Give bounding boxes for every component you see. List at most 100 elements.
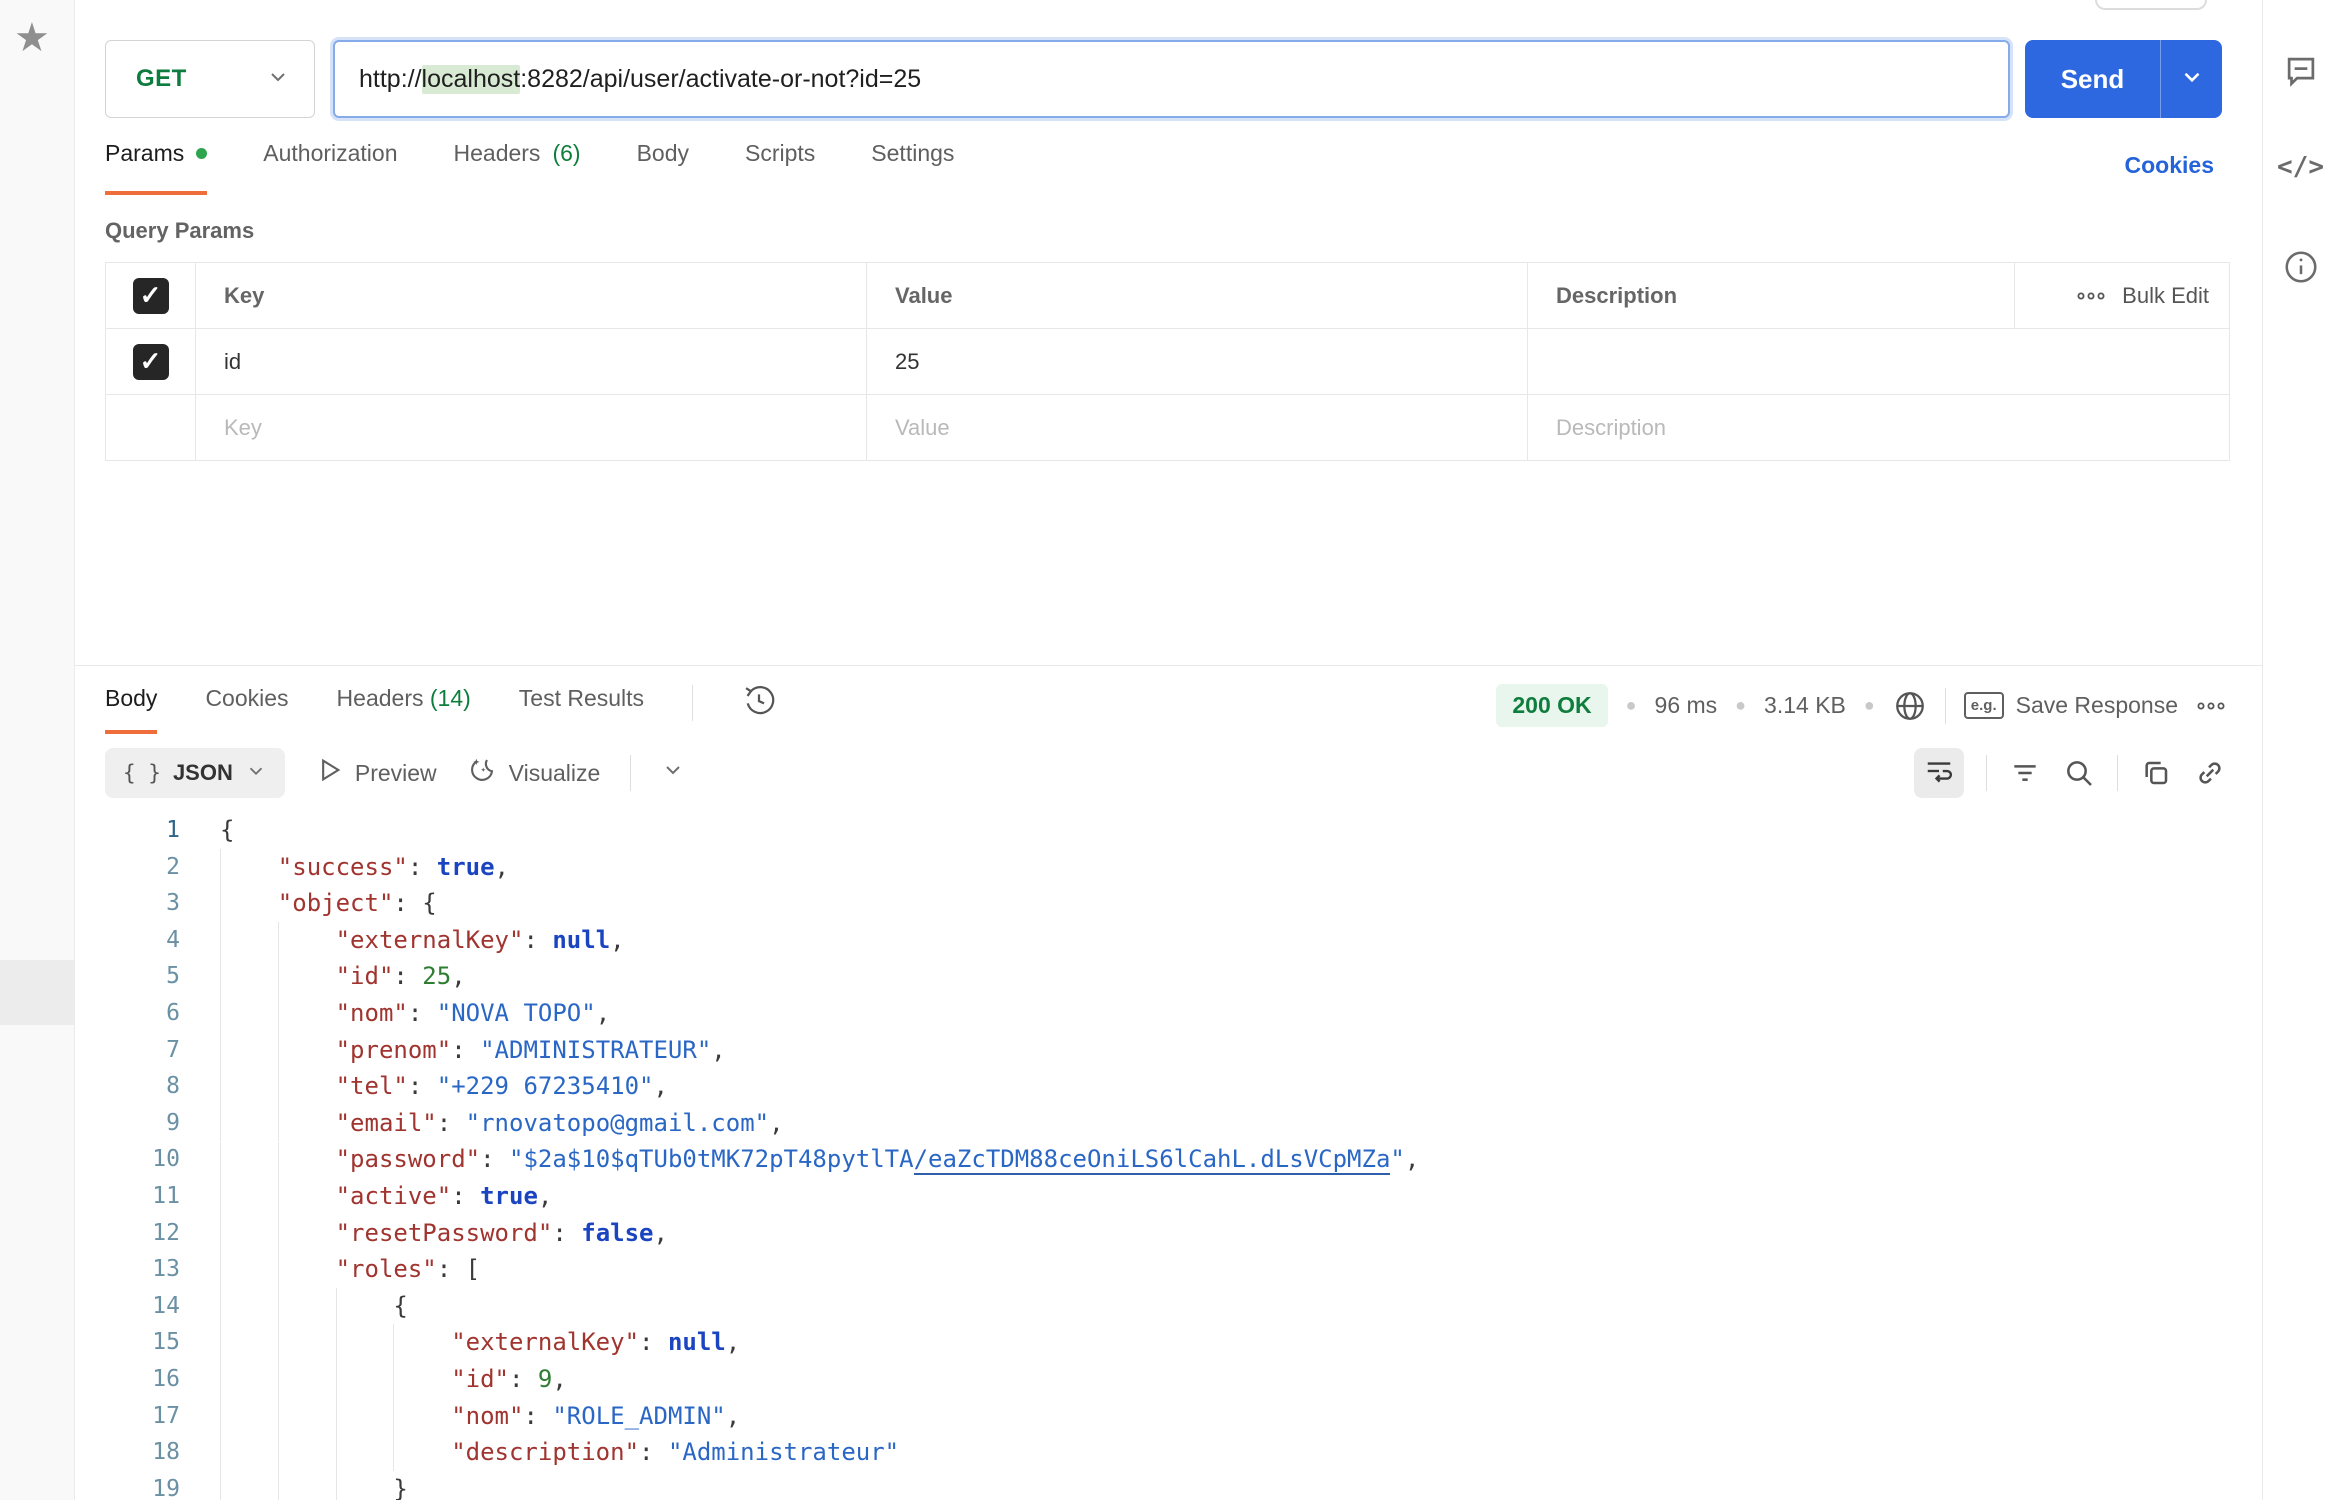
left-rail-scroll-thumb[interactable] — [0, 960, 74, 1025]
visualize-options-button[interactable] — [661, 758, 685, 788]
indent-guide — [220, 1471, 278, 1500]
indent-guide — [278, 1288, 336, 1325]
code-snippet-icon[interactable]: </> — [2277, 152, 2324, 182]
send-label[interactable]: Send — [2025, 40, 2160, 118]
code-segment: , — [654, 1219, 668, 1247]
link-icon[interactable] — [2194, 757, 2226, 789]
code-segment: , — [1405, 1145, 1419, 1173]
tab-body[interactable]: Body — [637, 140, 689, 195]
indent-guide — [220, 1251, 278, 1288]
divider — [1945, 688, 1946, 724]
format-select[interactable]: { } JSON — [105, 748, 285, 798]
param-value-field[interactable]: 25 — [867, 329, 1528, 394]
code-line: 6"nom": "NOVA TOPO", — [75, 995, 2262, 1032]
visualize-button[interactable]: Visualize — [467, 755, 601, 791]
code-segment: , — [769, 1109, 783, 1137]
search-icon[interactable] — [2063, 757, 2095, 789]
comments-icon[interactable] — [2282, 52, 2320, 90]
tab-scripts[interactable]: Scripts — [745, 140, 815, 195]
line-number: 1 — [75, 812, 180, 849]
code-line: 11"active": true, — [75, 1178, 2262, 1215]
dot-separator: ● — [1626, 695, 1637, 716]
select-all-checkbox[interactable]: ✓ — [133, 278, 169, 314]
code-text: "success": true, — [220, 849, 509, 886]
indent-guide — [393, 1361, 451, 1398]
response-size[interactable]: 3.14 KB — [1764, 692, 1846, 719]
code-segment: "id" — [451, 1365, 509, 1393]
code-line: 3"object": { — [75, 885, 2262, 922]
top-partial-button[interactable] — [2095, 0, 2207, 10]
code-line: 18"description": "Administrateur" — [75, 1434, 2262, 1471]
indent-guide — [278, 1361, 336, 1398]
indent-guide — [220, 958, 278, 995]
copy-icon[interactable] — [2140, 757, 2172, 789]
code-segment: true — [437, 853, 495, 881]
word-wrap-toggle[interactable] — [1914, 748, 1964, 798]
tab-label: Body — [637, 140, 689, 167]
response-code[interactable]: 1{2"success": true,3"object": {4"externa… — [75, 812, 2262, 1500]
url-input[interactable]: http://localhost:8282/api/user/activate-… — [333, 40, 2010, 118]
code-line: 4"externalKey": null, — [75, 922, 2262, 959]
preview-button[interactable]: Preview — [315, 756, 437, 790]
code-line: 9"email": "rnovatopo@gmail.com", — [75, 1105, 2262, 1142]
method-select[interactable]: GET — [105, 40, 315, 118]
query-params-title: Query Params — [105, 218, 254, 244]
param-key-field[interactable]: Key — [196, 395, 867, 460]
code-segment: : — [523, 1402, 552, 1430]
code-text: } — [220, 1471, 408, 1500]
divider — [2117, 755, 2118, 791]
send-options-button[interactable] — [2160, 40, 2222, 118]
code-text: "roles": [ — [220, 1251, 480, 1288]
filter-icon[interactable] — [2009, 757, 2041, 789]
more-options-icon[interactable] — [2196, 699, 2226, 713]
save-response-button[interactable]: e.g. Save Response — [1964, 692, 2178, 719]
star-icon[interactable]: ★ — [14, 18, 50, 58]
tab-params[interactable]: Params — [105, 140, 207, 195]
code-segment: , — [596, 999, 610, 1027]
tab-response-body[interactable]: Body — [105, 685, 157, 734]
code-segment: : — [509, 1365, 538, 1393]
code-segment: } — [393, 1475, 407, 1500]
param-key-field[interactable]: id — [196, 329, 867, 394]
tab-response-cookies[interactable]: Cookies — [205, 685, 288, 734]
tab-authorization[interactable]: Authorization — [263, 140, 397, 195]
tab-headers[interactable]: Headers (6) — [454, 140, 581, 195]
visualize-label: Visualize — [509, 760, 601, 787]
bulk-edit-button[interactable]: Bulk Edit — [2015, 263, 2231, 328]
code-segment: "success" — [278, 853, 408, 881]
line-number: 10 — [75, 1141, 180, 1178]
indent-guide — [278, 1398, 336, 1435]
param-description-field[interactable]: Description — [1528, 395, 2231, 460]
indent-guide — [336, 1324, 394, 1361]
line-number: 5 — [75, 958, 180, 995]
code-segment: "externalKey" — [451, 1328, 639, 1356]
param-description-field[interactable] — [1528, 329, 2231, 394]
response-history-icon[interactable] — [741, 682, 777, 723]
line-number: 16 — [75, 1361, 180, 1398]
send-button[interactable]: Send — [2025, 40, 2222, 118]
tab-response-headers[interactable]: Headers (14) — [337, 685, 471, 734]
code-segment: "object" — [278, 889, 394, 917]
tab-test-results[interactable]: Test Results — [519, 685, 644, 734]
code-line: 8"tel": "+229 67235410", — [75, 1068, 2262, 1105]
cookies-link[interactable]: Cookies — [2125, 152, 2214, 179]
globe-icon[interactable] — [1893, 689, 1927, 723]
code-text: "externalKey": null, — [220, 922, 625, 959]
tab-label: Scripts — [745, 140, 815, 167]
indent-guide — [278, 1471, 336, 1500]
info-icon[interactable] — [2282, 248, 2320, 286]
code-segment: , — [711, 1036, 725, 1064]
tab-settings[interactable]: Settings — [871, 140, 954, 195]
line-number: 19 — [75, 1471, 180, 1500]
linked-text[interactable]: /eaZcTDM88ceOniLS6lCahL.dLsVCpMZa — [914, 1145, 1391, 1175]
params-table: ✓ Key Value Description Bulk Edit ✓ id 2… — [105, 262, 2230, 461]
code-segment: "+229 67235410" — [437, 1072, 654, 1100]
response-time[interactable]: 96 ms — [1655, 692, 1718, 719]
param-value-field[interactable]: Value — [867, 395, 1528, 460]
divider — [1986, 755, 1987, 791]
indent-guide — [278, 958, 336, 995]
status-badge[interactable]: 200 OK — [1496, 684, 1607, 727]
row-checkbox[interactable]: ✓ — [133, 344, 169, 380]
code-segment: "rnovatopo@gmail.com" — [466, 1109, 769, 1137]
code-segment: "tel" — [336, 1072, 408, 1100]
